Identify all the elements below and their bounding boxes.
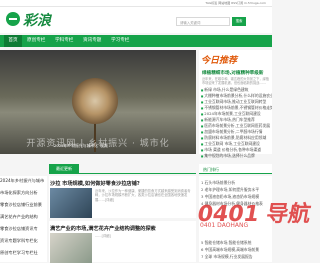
tab-hot-label: 热门排行 (203, 167, 219, 172)
hot-item[interactable]: 7 全球 市场规模,行业发展报告 (201, 254, 272, 260)
top-links[interactable]: TAG标签 网站地图 RSS订阅 m.53ruga.com (205, 1, 266, 5)
hot-item[interactable]: 5 智能仓储市场,智能仓储系统 (201, 240, 272, 246)
list-item[interactable]: 原创专栏学习专栏社 (0, 250, 47, 256)
article-desc: 近年来，沙拉作为一种健康、便捷的饮食方式越来越受到消费者青睐，沙拉市场规模不断扩… (95, 189, 191, 202)
search-button[interactable]: 搜索 (232, 17, 246, 26)
nav-item-learning[interactable]: 学习专栏 (111, 35, 129, 47)
recommend-item[interactable]: 集中规划的市场,选择什么品牌 (201, 153, 272, 159)
hot-item[interactable]: 6 中国高端市场规模,高端市场前景 (201, 247, 272, 253)
search-input[interactable]: 请输入关键词 (176, 17, 230, 26)
recommend-headline[interactable]: 绿植精细市场,对植精种草级新 (202, 70, 272, 76)
nav-item-topics[interactable]: 资讯专题 (83, 35, 101, 47)
article-title[interactable]: 沙拉 市场规模,如何做好零食沙拉店铺? (50, 180, 140, 187)
article-title[interactable]: 满艺产业的市场,满艺花卉产业结构调整的探索 (50, 225, 156, 232)
recommend-title: 今日推荐 (201, 56, 238, 66)
overlay-watermark-sub: 0401 DAOHANG (200, 222, 249, 229)
hot-item[interactable]: 2 老年护理市场,如何提升服务水平 (201, 187, 272, 193)
logo-icon[interactable] (6, 12, 20, 26)
nav-item-original[interactable]: 原创专栏 (27, 35, 45, 47)
article-thumbnail[interactable] (50, 188, 92, 218)
list-item[interactable]: 零食沙拉店铺资讯专 (0, 226, 47, 232)
list-item[interactable]: 满艺花卉产业的结构 (0, 214, 47, 220)
section-divider (49, 173, 196, 174)
recommend-subtitle: 近年来，在碳中和、碳达峰的大背景之下，绿植市场迎来了发展机遇，但也面临新的挑战…… (202, 77, 269, 85)
article-desc: ……[详细] (95, 234, 111, 238)
hero-image-flower (72, 78, 118, 124)
tab-hot[interactable]: 热门排行 (199, 164, 272, 174)
nav-item-home[interactable]: 首页 (4, 35, 22, 47)
list-item[interactable]: 资讯专题学科专栏化 (0, 238, 47, 244)
article-thumbnail[interactable] (50, 233, 92, 263)
list-item[interactable]: 零食沙拉店铺行业前景 (0, 202, 47, 208)
nav-item-subject[interactable]: 学科专栏 (55, 35, 73, 47)
hero-caption[interactable]: 2024年乡村振兴与城市化 ·视频 (54, 143, 108, 149)
list-item[interactable]: 市场化探索方向分析 (0, 190, 47, 196)
logo-text[interactable]: 彩浪 (23, 10, 51, 30)
list-item[interactable]: 2024年乡村振兴与城市 (0, 178, 47, 184)
hot-item[interactable]: 1 石头市场前景分析 (201, 180, 272, 186)
top-bar: TAG标签 网站地图 RSS订阅 m.53ruga.com (0, 0, 272, 7)
